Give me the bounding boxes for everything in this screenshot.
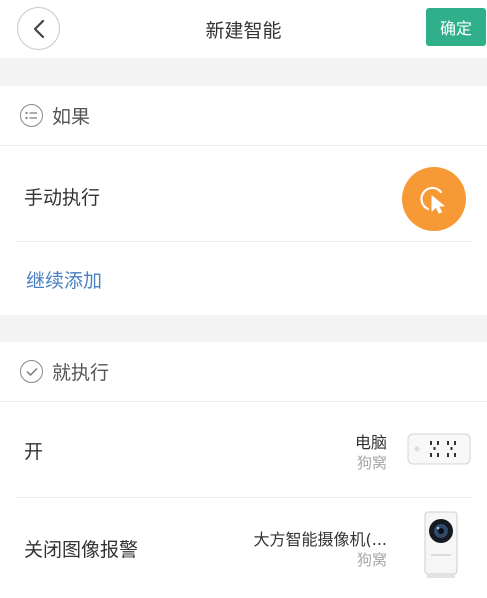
- device-room: 狗窝: [356, 454, 387, 472]
- add-more-link[interactable]: 继续添加: [0, 242, 487, 316]
- trigger-label: 手动执行: [24, 187, 101, 209]
- action-label: 关闭图像报警: [24, 539, 139, 561]
- device-name: 大方智能摄像机(...: [253, 530, 387, 549]
- power-strip-icon: [407, 433, 471, 465]
- action-row[interactable]: 关闭图像报警 大方智能摄像机(... 狗窝: [16, 498, 471, 596]
- manual-trigger-button[interactable]: [402, 167, 466, 231]
- manual-trigger-row[interactable]: 手动执行: [16, 146, 471, 242]
- action-label: 开: [24, 441, 44, 463]
- confirm-button[interactable]: 确定: [426, 8, 486, 46]
- device-room: 狗窝: [356, 551, 387, 569]
- then-section-header: 就执行: [0, 342, 487, 402]
- check-circle-icon: [20, 360, 43, 383]
- page-title: 新建智能: [205, 20, 282, 42]
- if-card: 如果 手动执行 继续添加: [0, 86, 487, 315]
- then-card: 就执行 开 电脑 狗窝 关闭图像报警 大方智能摄像机(... 狗窝: [0, 342, 487, 598]
- then-section-title: 就执行: [52, 362, 110, 384]
- camera-icon: [424, 511, 458, 578]
- list-icon: [20, 104, 43, 127]
- top-bar: 新建智能 确定: [0, 0, 487, 58]
- tap-cursor-icon: [420, 186, 445, 214]
- device-name: 电脑: [354, 433, 387, 452]
- if-section-header: 如果: [0, 86, 487, 146]
- if-section-title: 如果: [52, 106, 91, 128]
- action-row[interactable]: 开 电脑 狗窝: [16, 402, 471, 498]
